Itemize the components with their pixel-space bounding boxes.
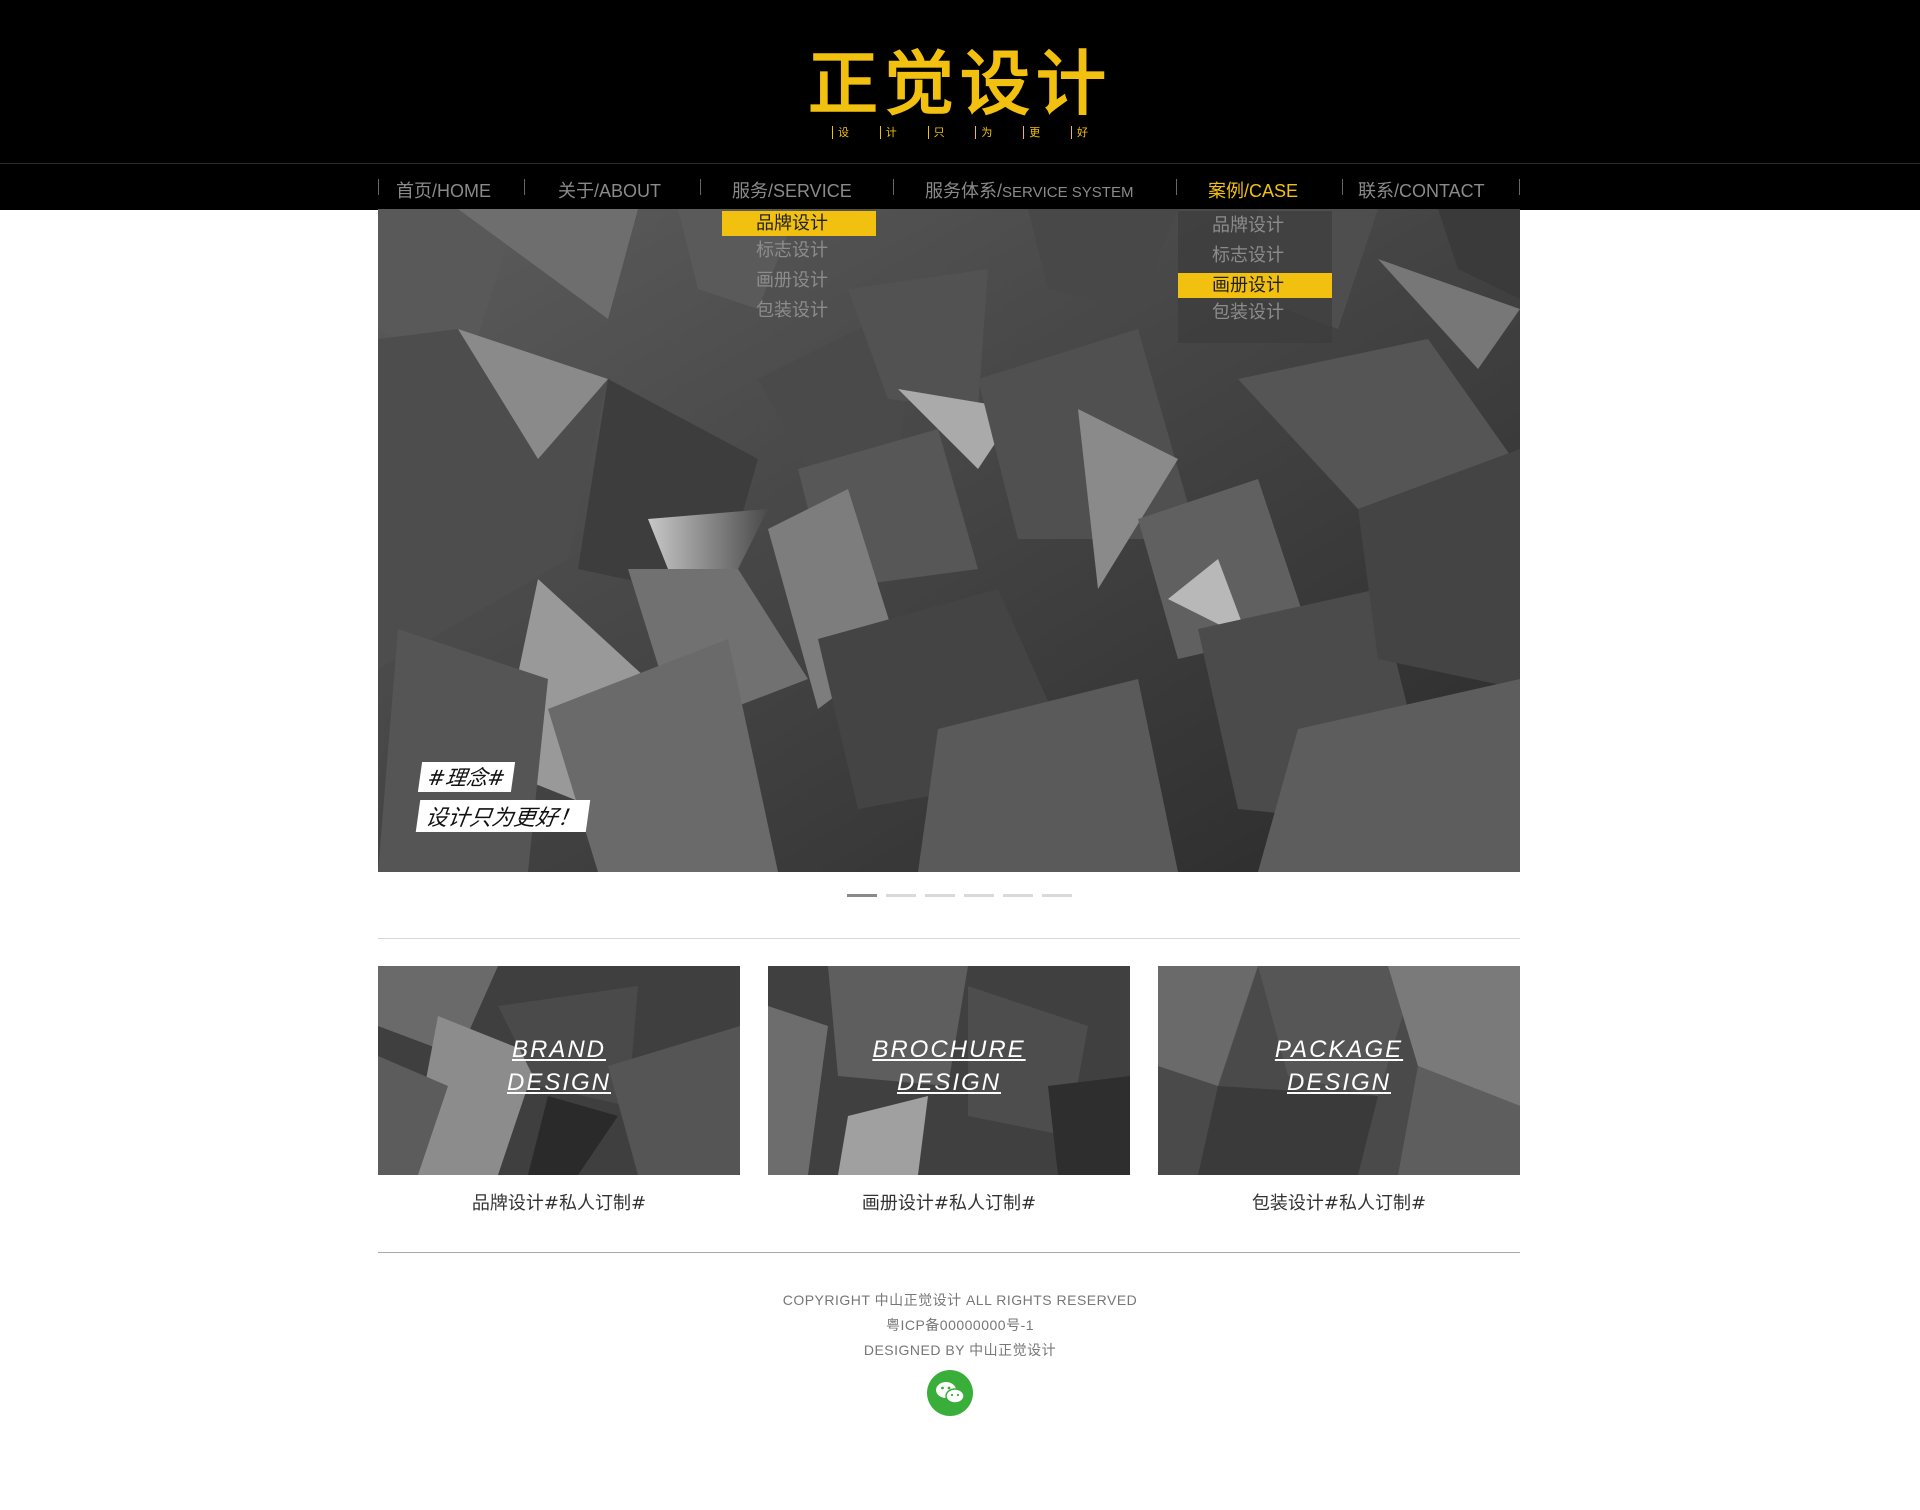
nav-divider [1519, 179, 1520, 195]
tagline-char: 只 [927, 126, 945, 139]
slider-dot[interactable] [1003, 894, 1033, 897]
card-caption-line: DESIGN [896, 1069, 1001, 1096]
footer-copyright: COPYRIGHT 中山正觉设计 ALL RIGHTS RESERVED [782, 1292, 1138, 1308]
dropdown-item[interactable]: 标志设计 [722, 236, 876, 266]
card-caption-line: DESIGN [506, 1069, 611, 1096]
wechat-icon[interactable] [927, 1370, 973, 1416]
nav-item-home[interactable]: 首页/HOME [396, 177, 491, 203]
nav-divider [1342, 179, 1343, 195]
card-caption-line: BROCHURE [872, 1036, 1026, 1063]
divider [378, 1252, 1520, 1253]
hero-tag-concept: #理念# [417, 762, 516, 792]
nav-divider [524, 179, 525, 195]
nav-item-contact[interactable]: 联系/CONTACT [1358, 177, 1485, 203]
nav-item-service[interactable]: 服务/SERVICE [732, 177, 852, 203]
dropdown-item[interactable]: 画册设计 [1178, 273, 1332, 298]
card-brand-design[interactable]: BRAND DESIGN [378, 966, 740, 1175]
card-label[interactable]: 画册设计#私人订制# [768, 1189, 1130, 1215]
card-caption: BRAND DESIGN [378, 1033, 740, 1099]
divider [378, 938, 1520, 939]
slider-dot[interactable] [1042, 894, 1072, 897]
slider-dot[interactable] [886, 894, 916, 897]
dropdown-item[interactable]: 包装设计 [722, 296, 876, 326]
card-caption-line: PACKAGE [1274, 1036, 1404, 1063]
card-caption: PACKAGE DESIGN [1158, 1033, 1520, 1099]
main-nav: 首页/HOME 关于/ABOUT 服务/SERVICE 服务体系/SERVICE… [0, 163, 1920, 210]
hero-banner[interactable]: 品牌设计 标志设计 画册设计 包装设计 品牌设计 标志设计 画册设计 包装设计 … [378, 209, 1520, 872]
footer-icp[interactable]: 粤ICP备00000000号-1 [0, 1315, 1920, 1335]
tagline-char: 设 [832, 126, 849, 139]
card-caption-line: BRAND [511, 1036, 606, 1063]
nav-item-service-system[interactable]: 服务体系/SERVICE SYSTEM [925, 177, 1133, 203]
slider-dot[interactable] [847, 894, 877, 897]
case-dropdown: 品牌设计 标志设计 画册设计 包装设计 [1178, 211, 1332, 343]
tagline: 设 计 只 为 更 好 [832, 126, 1088, 139]
tagline-char: 好 [1070, 126, 1088, 139]
slider-pagination [847, 894, 1072, 897]
wechat-glyph [936, 1382, 965, 1404]
service-dropdown: 品牌设计 标志设计 画册设计 包装设计 [722, 211, 876, 326]
site-header: 正觉设计 设 计 只 为 更 好 [0, 0, 1920, 163]
site-logo[interactable]: 正觉设计 [0, 28, 1920, 129]
nav-divider [1176, 179, 1177, 195]
slider-dot[interactable] [964, 894, 994, 897]
tagline-char: 更 [1023, 126, 1040, 139]
nav-divider [700, 179, 701, 195]
dropdown-item[interactable]: 标志设计 [1178, 241, 1332, 271]
tagline-char: 为 [975, 126, 992, 139]
footer-designed-by: DESIGNED BY 中山正觉设计 [863, 1342, 1057, 1358]
tagline-char: 计 [879, 126, 897, 139]
card-caption: BROCHURE DESIGN [768, 1033, 1130, 1099]
dropdown-item[interactable]: 品牌设计 [722, 211, 876, 236]
nav-item-about[interactable]: 关于/ABOUT [558, 177, 661, 203]
nav-item-label: 服务体系/ [925, 181, 1003, 201]
dropdown-item[interactable]: 包装设计 [1178, 298, 1332, 328]
slider-dot[interactable] [925, 894, 955, 897]
hero-slogan: #理念# 设计只为更好！ [415, 762, 591, 832]
nav-divider [893, 179, 894, 195]
card-label[interactable]: 包装设计#私人订制# [1158, 1189, 1520, 1215]
nav-item-case[interactable]: 案例/CASE [1208, 177, 1298, 203]
card-brochure-design[interactable]: BROCHURE DESIGN [768, 966, 1130, 1175]
card-package-design[interactable]: PACKAGE DESIGN [1158, 966, 1520, 1175]
card-caption-line: DESIGN [1286, 1069, 1391, 1096]
dropdown-item[interactable]: 品牌设计 [1178, 211, 1332, 241]
nav-divider [378, 179, 379, 195]
card-label[interactable]: 品牌设计#私人订制# [378, 1189, 740, 1215]
hero-tag-slogan: 设计只为更好！ [415, 800, 591, 832]
dropdown-item[interactable]: 画册设计 [722, 266, 876, 296]
nav-item-label-en: SERVICE SYSTEM [1002, 184, 1134, 201]
